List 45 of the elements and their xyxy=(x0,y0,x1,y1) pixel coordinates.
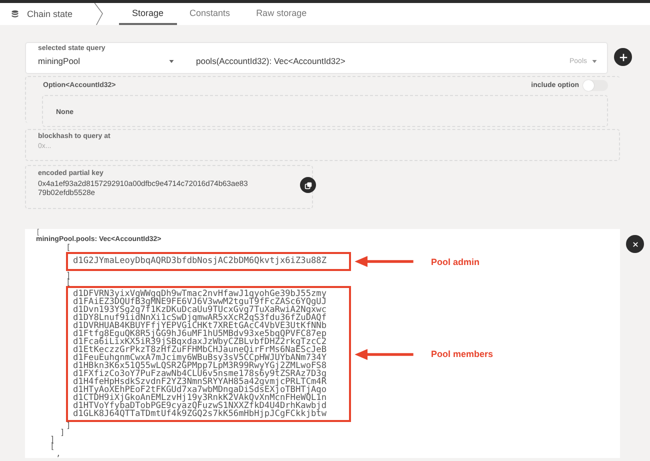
member-address: d1Fca6iLixKX5iR39jSBqxdaxJzWbyCZBLvbfDHZ2rkgTzcC2 xyxy=(73,338,328,346)
arrow xyxy=(353,256,415,267)
member-address: d1FeuEuhqnmCwxA7mJcimy6WBuBsy3sV5CCpHWJUYbANm734Y xyxy=(73,354,328,362)
database-icon xyxy=(11,10,19,18)
add-button[interactable] xyxy=(614,48,632,66)
bracket: [ xyxy=(49,443,56,450)
bracket: ] xyxy=(65,422,72,429)
arrow xyxy=(353,348,415,360)
bracket: , xyxy=(55,450,62,457)
module-dropdown[interactable]: miningPool xyxy=(38,56,184,66)
close-icon xyxy=(632,240,638,248)
member-address: d1Dvn193YSg2g7f1KzDKuDcaUu9TUcxGvg7TuXaRwiA2Ngxwc xyxy=(73,306,328,314)
member-address: d1CTDH9iXjGkoAnEMLzvHj19y3RnkK2VAkQvXnMcnFHeWQL1n xyxy=(73,394,328,402)
annotation: Pool admin xyxy=(431,256,480,266)
member-address: d1FAiEZ3DQUfB3gMNE9FE6VJ6V3wwM2tguT9fFcZASc6YQgUJ xyxy=(73,298,328,306)
tab[interactable]: Storage xyxy=(119,3,177,25)
member-address: d1FXfizCo3oY7PuFzawNb4CLU6v5nsme178s6y9tZSRAz7D3g xyxy=(73,370,328,378)
copy-button[interactable] xyxy=(300,177,316,193)
member-address: d1DVRHUAB4KBUYFfjYEPVGiCHKt7XREtGAcC4VbVE3UtKfNNb xyxy=(73,322,328,330)
copy-icon xyxy=(304,180,312,190)
close-button[interactable] xyxy=(626,235,644,253)
member-address: d1H4feHpHsdkSzvdnF2YZ3NmnSRYYAH85a42gvmjcPRLTCm4R xyxy=(73,378,328,386)
breadcrumb-label[interactable]: Chain state xyxy=(27,9,73,19)
bracket: [ xyxy=(65,279,72,286)
chevron-icon xyxy=(93,3,105,25)
member-address: d1Ftfg8EguQK8R5jGG9hJ6uMF1hU5MBdv93xe5bqQPVFC87ep xyxy=(73,330,328,338)
annotation: Pool members xyxy=(431,349,494,359)
tab[interactable]: Raw storage xyxy=(243,3,320,25)
plus-icon xyxy=(618,52,628,62)
member-address: d1DY8Lnuf9iidNnXi1cSwDjqmwAR5xXcR2qS3fdu36fZuDAQf xyxy=(73,314,328,322)
bracket: ] xyxy=(59,429,66,436)
member-address: d1HBkn3K6x51Q55wLQSR2GPMpp7LpM3R99RwyYGj2ZMLwoFS8 xyxy=(73,362,328,370)
caret-icon xyxy=(592,60,597,62)
member-address: d1GLK8J64QTTaTDmtUf4k9ZGQ2s7kK56mHbHjpJCgFCkkjbtw xyxy=(73,410,328,418)
member-address: d1EtKeczzGrPkzT8zHfZuFFHMbCHJauneQirFrMs6NaEScJeB xyxy=(73,346,328,354)
bracket: ] xyxy=(65,272,72,279)
include-option-toggle[interactable] xyxy=(583,80,608,91)
member-address: d1HTVoYfybaDTobPGE9cyazQFuzwS1NXXZfkD4U4DrhKawbjd xyxy=(73,402,328,410)
member-address: d1HTyAoXEhPEoF2tFKGUd7xa7wbMDngaDiSdsEXjoTBHTjAqo xyxy=(73,386,328,394)
bracket: ] xyxy=(49,436,56,443)
member-address: d1DFVRN3yixVgWWgqDh9wTmac2nvHfawJ1qyohGe39bJ55zmy xyxy=(73,290,328,298)
tab[interactable]: Constants xyxy=(176,3,244,25)
bracket: [ xyxy=(65,244,72,251)
caret-icon xyxy=(169,60,174,62)
admin-address: d1G2JYmaLeoyDbqAQRD3bfdbNosjAC2bDM6Qkvtjx6iZ3u88Z xyxy=(66,252,351,271)
